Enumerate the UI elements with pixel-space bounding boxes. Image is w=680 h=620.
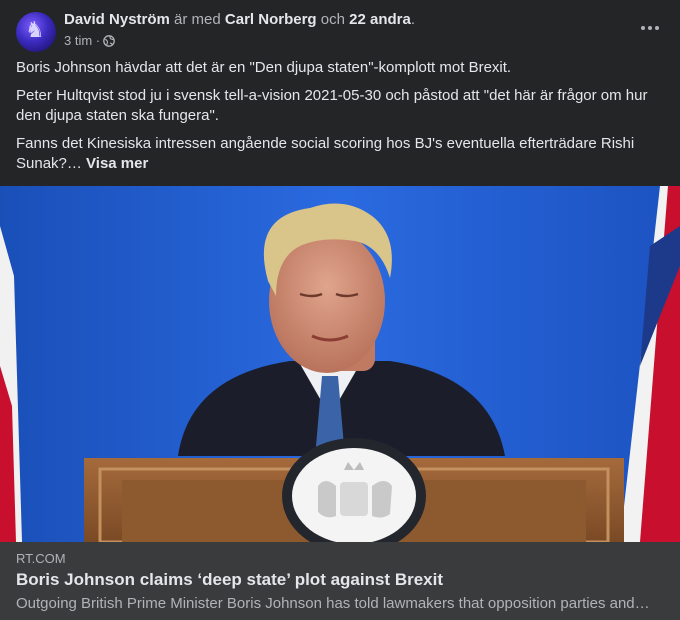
more-options-button[interactable]: [636, 14, 664, 42]
post-header: ♞ David Nyström är med Carl Norberg och …: [0, 0, 680, 60]
dot-icon: [641, 26, 645, 30]
link-preview[interactable]: RT.COM Boris Johnson claims ‘deep state’…: [0, 542, 680, 620]
dot-icon: [655, 26, 659, 30]
globe-icon[interactable]: [103, 35, 115, 47]
link-domain: RT.COM: [16, 551, 66, 566]
author-name[interactable]: David Nyström: [64, 11, 170, 28]
post-meta: 3 tim ·: [64, 33, 115, 49]
tagged-person[interactable]: Carl Norberg: [225, 11, 317, 28]
post-timestamp[interactable]: 3 tim: [64, 33, 92, 49]
with-text: är med: [174, 11, 221, 28]
avatar-figure-icon: ♞: [25, 18, 45, 43]
avatar[interactable]: ♞: [16, 12, 56, 52]
dot-icon: [648, 26, 652, 30]
link-preview-image[interactable]: [0, 186, 680, 542]
see-more-link[interactable]: Visa mer: [86, 155, 148, 172]
link-title[interactable]: Boris Johnson claims ‘deep state’ plot a…: [16, 570, 443, 590]
tagged-others[interactable]: 22 andra: [349, 11, 411, 28]
feed-post: ♞ David Nyström är med Carl Norberg och …: [0, 0, 680, 620]
post-paragraph: Boris Johnson hävdar att det är en "Den …: [16, 59, 512, 76]
link-description: Outgoing British Prime Minister Boris Jo…: [16, 595, 650, 612]
post-paragraph: Peter Hultqvist stod ju i svensk tell-a-…: [16, 87, 648, 124]
post-title-line: David Nyström är med Carl Norberg och 22…: [64, 11, 415, 29]
meta-separator: ·: [95, 33, 101, 48]
press-conference-photo: [0, 186, 680, 542]
and-text: och: [320, 11, 345, 28]
post-body: Boris Johnson hävdar att det är en "Den …: [16, 58, 661, 182]
title-period: .: [410, 11, 415, 28]
post-paragraph-last: Fanns det Kinesiska intressen angående s…: [16, 134, 661, 174]
